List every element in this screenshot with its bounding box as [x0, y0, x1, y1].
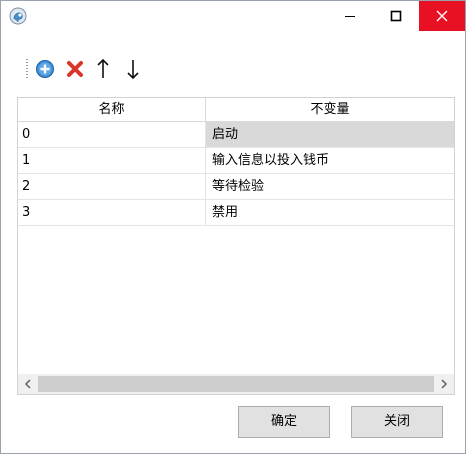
title-bar[interactable]	[1, 1, 465, 31]
column-header-invariant[interactable]: 不变量	[206, 98, 454, 121]
delete-button[interactable]	[63, 57, 87, 81]
close-window-button[interactable]	[419, 1, 465, 31]
table-row[interactable]: 2 等待检验	[18, 174, 454, 200]
delete-x-icon	[67, 61, 83, 77]
minimize-button[interactable]	[327, 1, 373, 31]
move-up-button[interactable]	[91, 57, 115, 81]
cell-invariant[interactable]: 禁用	[206, 200, 454, 225]
cell-name[interactable]: 2	[18, 174, 206, 199]
table-body: 0 启动 1 输入信息以投入钱币 2 等待检验 3 禁用	[18, 122, 454, 226]
table-header: 名称 不变量	[18, 98, 454, 122]
toolbar	[21, 57, 161, 83]
cell-invariant[interactable]: 输入信息以投入钱币	[206, 148, 454, 173]
scroll-left-button[interactable]	[18, 374, 38, 394]
maximize-icon	[390, 10, 402, 22]
maximize-button[interactable]	[373, 1, 419, 31]
add-button[interactable]	[33, 57, 57, 81]
dialog-window: 名称 不变量 0 启动 1 输入信息以投入钱币 2 等待检验 3 禁用 确定 关…	[0, 0, 466, 454]
arrow-up-icon	[97, 58, 109, 78]
minimize-icon	[345, 16, 355, 17]
horizontal-scrollbar[interactable]	[18, 374, 454, 394]
cell-name[interactable]: 0	[18, 122, 206, 147]
scroll-right-button[interactable]	[434, 374, 454, 394]
invariant-table[interactable]: 名称 不变量 0 启动 1 输入信息以投入钱币 2 等待检验 3 禁用	[17, 97, 455, 395]
add-circle-icon	[36, 60, 54, 78]
column-header-name[interactable]: 名称	[18, 98, 206, 121]
move-down-button[interactable]	[121, 57, 145, 81]
chevron-right-icon	[441, 379, 448, 389]
app-head-icon	[9, 7, 27, 25]
ok-button[interactable]: 确定	[238, 406, 330, 438]
table-row[interactable]: 0 启动	[18, 122, 454, 148]
close-icon	[436, 10, 448, 22]
cell-name[interactable]: 3	[18, 200, 206, 225]
cell-name[interactable]: 1	[18, 148, 206, 173]
chevron-left-icon	[24, 379, 31, 389]
close-button[interactable]: 关闭	[351, 406, 443, 438]
arrow-down-icon	[127, 60, 139, 80]
cell-invariant[interactable]: 启动	[206, 122, 454, 147]
table-row[interactable]: 1 输入信息以投入钱币	[18, 148, 454, 174]
scrollbar-thumb[interactable]	[38, 376, 434, 392]
cell-invariant[interactable]: 等待检验	[206, 174, 454, 199]
toolbar-grip[interactable]	[26, 59, 28, 79]
table-row[interactable]: 3 禁用	[18, 200, 454, 226]
